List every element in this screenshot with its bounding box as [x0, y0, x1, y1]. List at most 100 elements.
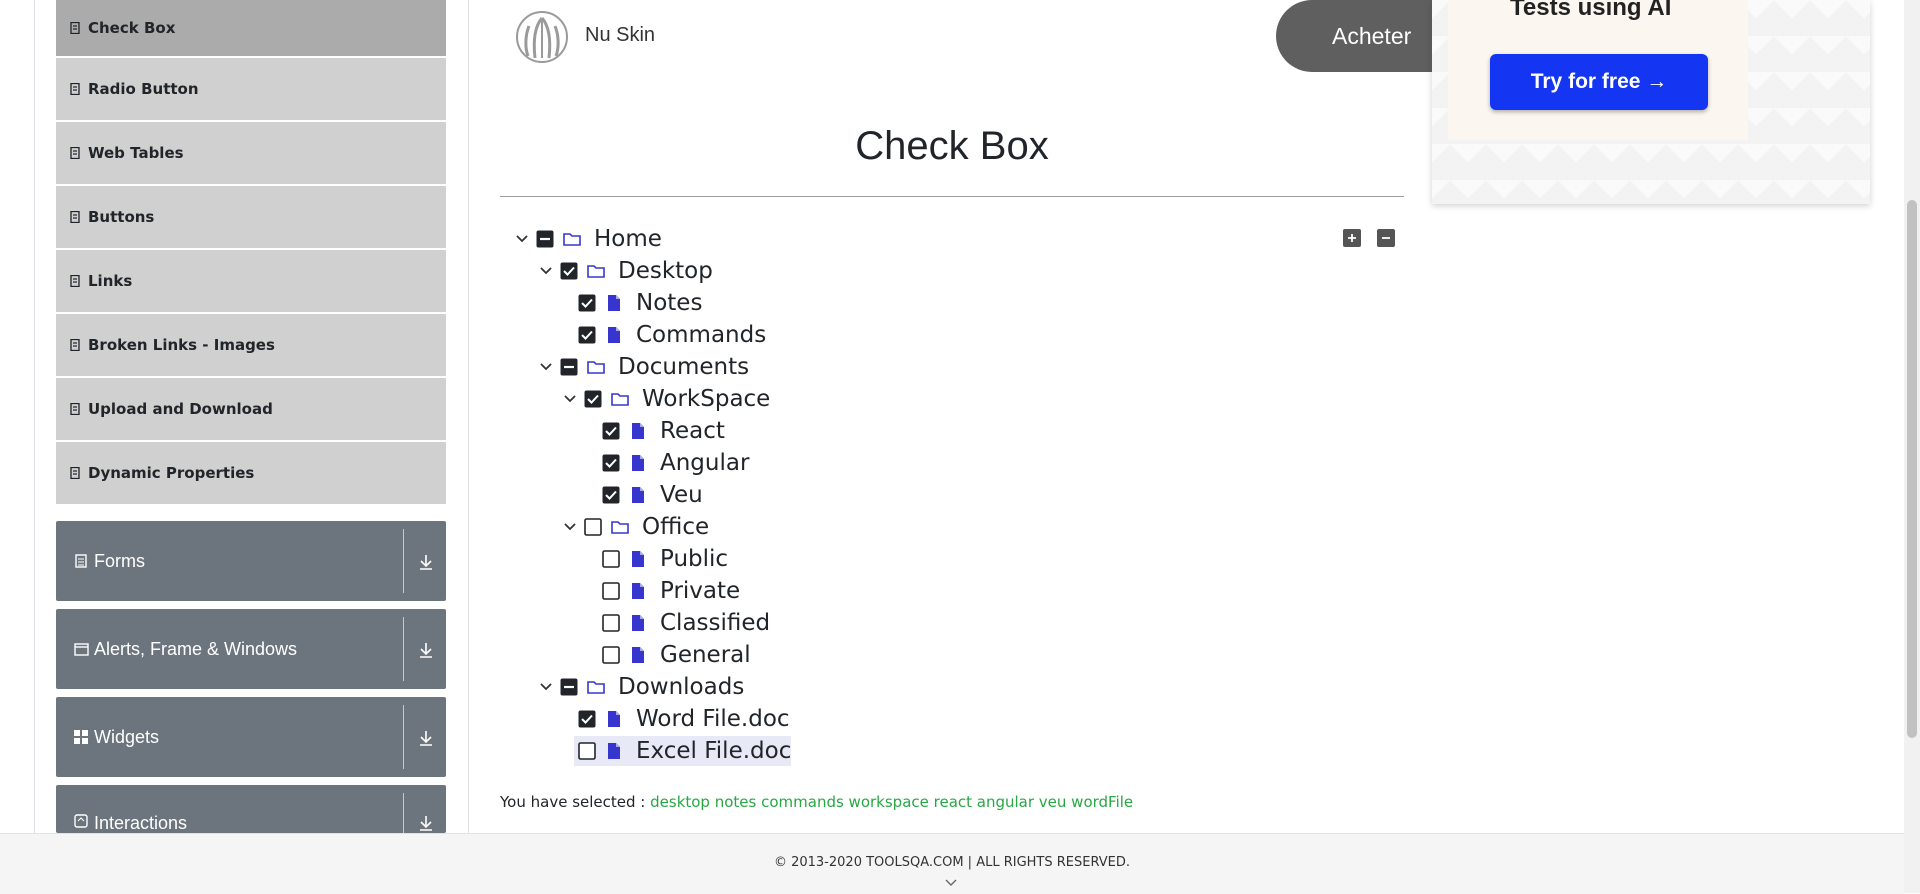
sidebar-item-web-tables[interactable]: Web Tables [56, 122, 446, 184]
tree-node-label[interactable]: Home [594, 226, 662, 252]
tree-checkbox[interactable] [578, 742, 596, 760]
sidebar-item-radio-button[interactable]: Radio Button [56, 58, 446, 120]
tree-node: Classified [598, 608, 770, 638]
tree-node: Excel File.doc [574, 736, 792, 766]
tree-node: React [598, 416, 725, 446]
chevron-down-icon[interactable] [512, 229, 532, 249]
sidebar-item-buttons[interactable]: Buttons [56, 186, 446, 248]
sidebar-item-label: Links [88, 272, 133, 290]
sidebar-item-label: Dynamic Properties [88, 464, 255, 482]
tree-node-label[interactable]: Classified [660, 610, 770, 636]
tree-node-label[interactable]: General [660, 642, 751, 668]
tree-checkbox[interactable] [560, 358, 578, 376]
tree-checkbox[interactable] [602, 614, 620, 632]
footer-text: © 2013-2020 TOOLSQA.COM | ALL RIGHTS RES… [773, 855, 1131, 870]
sidebar-group-interactions[interactable]: Interactions [56, 785, 446, 833]
tree-node-label[interactable]: Notes [636, 290, 702, 316]
scrollbar-thumb[interactable] [1907, 200, 1917, 738]
tree-checkbox[interactable] [584, 390, 602, 408]
brand-name: Nu Skin [585, 24, 656, 46]
selection-result: You have selected : desktop notes comman… [500, 793, 1133, 811]
sidebar-item-broken-links[interactable]: Broken Links - Images [56, 314, 446, 376]
tree-checkbox[interactable] [578, 326, 596, 344]
sidebar-group-forms[interactable]: Forms [56, 521, 446, 601]
folder-icon [610, 389, 630, 409]
chevron-down-icon[interactable] [560, 389, 580, 409]
file-icon [628, 453, 648, 473]
tree-node: Private [598, 576, 740, 606]
tree-checkbox[interactable] [536, 230, 554, 248]
page-scrollbar[interactable] [1904, 0, 1920, 893]
tree-node-label[interactable]: Word File.doc [636, 706, 790, 732]
ad-banner[interactable]: Tests using AI Try for free → [1432, 0, 1870, 204]
tree-checkbox[interactable] [602, 582, 620, 600]
file-icon [628, 613, 648, 633]
chevron-down-icon[interactable] [560, 517, 580, 537]
tree-checkbox[interactable] [578, 710, 596, 728]
tree-node-label[interactable]: Veu [660, 482, 703, 508]
tree-checkbox[interactable] [602, 550, 620, 568]
group-label: Forms [94, 550, 145, 571]
expand-all-button[interactable] [1343, 229, 1361, 247]
tree-node-label[interactable]: Desktop [618, 258, 713, 284]
tree-node-label[interactable]: Downloads [618, 674, 744, 700]
group-separator [403, 529, 404, 593]
folder-icon [586, 677, 606, 697]
tree-node-label[interactable]: Office [642, 514, 709, 540]
download-arrow-icon [420, 555, 432, 570]
tree-node: Public [598, 544, 728, 574]
file-icon [604, 325, 624, 345]
tree-checkbox[interactable] [560, 262, 578, 280]
doc-icon [70, 339, 80, 351]
tree-checkbox[interactable] [602, 422, 620, 440]
folder-icon [562, 229, 582, 249]
sidebar-item-label: Upload and Download [88, 400, 273, 418]
tree-node: Veu [598, 480, 703, 510]
group-separator [403, 617, 404, 681]
chevron-down-icon[interactable] [536, 261, 556, 281]
sidebar-item-label: Web Tables [88, 144, 184, 162]
sidebar-group-alerts[interactable]: Alerts, Frame & Windows [56, 609, 446, 689]
minus-icon [1382, 237, 1390, 239]
tree-node-label[interactable]: Public [660, 546, 728, 572]
tree-node: Downloads [536, 672, 744, 702]
collapse-all-button[interactable] [1377, 229, 1395, 247]
result-values: desktop notes commands workspace react a… [650, 793, 1134, 811]
sidebar-item-check-box[interactable]: Check Box [56, 0, 446, 56]
content-divider [468, 0, 469, 833]
sidebar-item-dynamic-properties[interactable]: Dynamic Properties [56, 442, 446, 504]
tree-node-label[interactable]: Excel File.doc [636, 738, 791, 764]
chevron-down-icon[interactable] [536, 357, 556, 377]
footer: © 2013-2020 TOOLSQA.COM | ALL RIGHTS RES… [0, 833, 1904, 894]
download-arrow-icon [420, 643, 432, 658]
tree-checkbox[interactable] [602, 646, 620, 664]
file-icon [604, 709, 624, 729]
tree-checkbox[interactable] [578, 294, 596, 312]
interactions-icon [73, 813, 89, 829]
tree-node-label[interactable]: Documents [618, 354, 749, 380]
tree-checkbox[interactable] [560, 678, 578, 696]
doc-icon [70, 22, 80, 34]
tree-checkbox[interactable] [602, 454, 620, 472]
form-icon [73, 553, 89, 569]
tree-checkbox[interactable] [602, 486, 620, 504]
download-arrow-icon [420, 816, 432, 831]
tree-node: Angular [598, 448, 749, 478]
tree-node-label[interactable]: Private [660, 578, 740, 604]
sidebar-item-upload-download[interactable]: Upload and Download [56, 378, 446, 440]
group-separator [403, 705, 404, 769]
sidebar-item-label: Broken Links - Images [88, 336, 275, 354]
tree-node-label[interactable]: WorkSpace [642, 386, 770, 412]
tree-node-label[interactable]: Angular [660, 450, 749, 476]
tree-checkbox[interactable] [584, 518, 602, 536]
sidebar-group-widgets[interactable]: Widgets [56, 697, 446, 777]
sidebar-elements-list: Check Box Radio Button Web Tables Button… [56, 0, 446, 506]
chevron-down-icon[interactable] [536, 677, 556, 697]
tree-node-label[interactable]: Commands [636, 322, 766, 348]
try-for-free-button[interactable]: Try for free → [1490, 54, 1708, 110]
file-icon [604, 741, 624, 761]
sidebar-item-links[interactable]: Links [56, 250, 446, 312]
chevron-down-icon[interactable] [944, 878, 958, 888]
group-separator [403, 793, 404, 833]
tree-node-label[interactable]: React [660, 418, 725, 444]
